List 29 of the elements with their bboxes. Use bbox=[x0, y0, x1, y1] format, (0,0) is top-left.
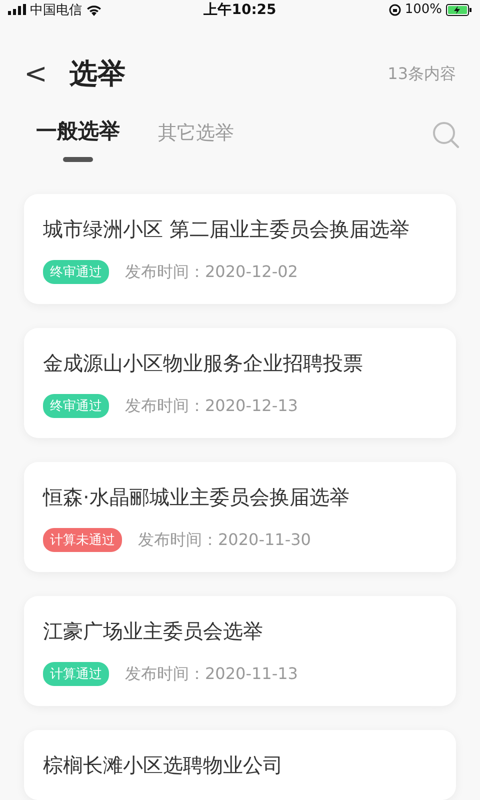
publish-date: 发布时间：2020-11-13 bbox=[125, 664, 298, 684]
publish-date: 发布时间：2020-12-02 bbox=[125, 262, 298, 282]
status-time: 上午10:25 bbox=[204, 0, 276, 19]
election-card[interactable]: 金成源山小区物业服务企业招聘投票 终审通过 发布时间：2020-12-13 bbox=[24, 328, 456, 438]
election-title: 金成源山小区物业服务企业招聘投票 bbox=[43, 350, 364, 377]
tab[interactable]: 一般选举 bbox=[36, 117, 120, 162]
rotation-lock-icon bbox=[388, 4, 401, 16]
election-card[interactable]: 棕榈长滩小区选聘物业公司 bbox=[24, 730, 456, 800]
election-title: 恒森·水晶郦城业主委员会换届选举 bbox=[43, 484, 350, 511]
publish-date: 发布时间：2020-12-13 bbox=[125, 396, 298, 416]
signal-icon bbox=[8, 4, 26, 16]
status-tag: 终审通过 bbox=[43, 394, 109, 418]
page-title: 选举 bbox=[69, 56, 126, 92]
battery-percent: 100% bbox=[404, 2, 442, 18]
carrier-name: 中国电信 bbox=[30, 2, 82, 19]
status-tag: 计算未通过 bbox=[43, 528, 122, 552]
election-card[interactable]: 江豪广场业主委员会选举 计算通过 发布时间：2020-11-13 bbox=[24, 596, 456, 706]
election-card[interactable]: 城市绿洲小区 第二届业主委员会换届选举 终审通过 发布时间：2020-12-02 bbox=[24, 194, 456, 304]
election-title: 棕榈长滩小区选聘物业公司 bbox=[43, 752, 284, 779]
election-title: 江豪广场业主委员会选举 bbox=[43, 618, 264, 645]
content-count: 13条内容 bbox=[388, 64, 456, 85]
election-card[interactable]: 恒森·水晶郦城业主委员会换届选举 计算未通过 发布时间：2020-11-30 bbox=[24, 462, 456, 572]
battery-charging-icon bbox=[446, 4, 472, 16]
publish-date: 发布时间：2020-11-30 bbox=[138, 530, 311, 550]
status-tag: 计算通过 bbox=[43, 662, 109, 686]
election-title: 城市绿洲小区 第二届业主委员会换届选举 bbox=[43, 216, 410, 243]
back-button[interactable]: < bbox=[16, 60, 56, 88]
status-tag: 终审通过 bbox=[43, 260, 109, 284]
wifi-icon bbox=[86, 4, 102, 16]
